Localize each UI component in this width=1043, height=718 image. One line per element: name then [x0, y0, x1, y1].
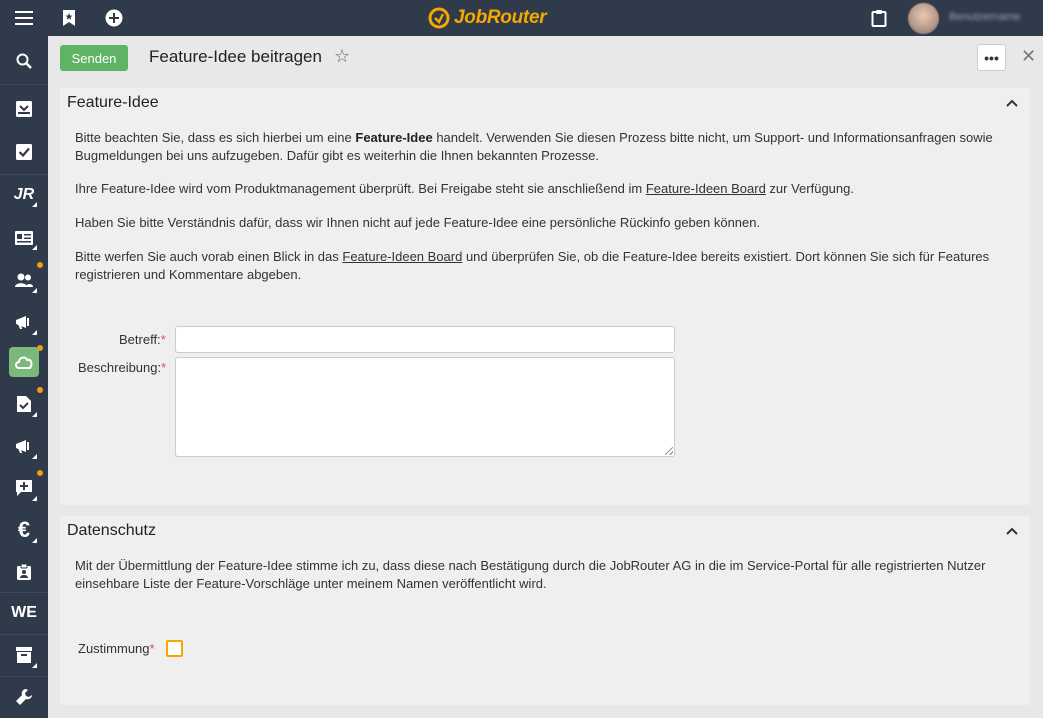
description-label: Beschreibung:* — [78, 360, 167, 375]
subject-label: Betreff:* — [119, 332, 166, 347]
card-icon — [15, 231, 33, 245]
euro-icon: € — [17, 517, 31, 542]
description-textarea[interactable] — [175, 357, 675, 457]
inbox-icon — [16, 101, 32, 117]
panel-title: Datenschutz — [67, 522, 156, 539]
feature-board-link[interactable]: Feature-Ideen Board — [342, 249, 462, 264]
board-paragraph: Bitte werfen Sie auch vorab einen Blick … — [75, 249, 990, 282]
megaphone-2-icon — [16, 440, 29, 453]
sidebar-item-we[interactable]: WE — [0, 592, 48, 634]
sidebar-item-search[interactable] — [0, 40, 48, 82]
clipboard-icon[interactable] — [867, 6, 891, 30]
add-circle-icon[interactable] — [102, 6, 126, 30]
document-check-icon — [17, 396, 31, 412]
chevron-up-icon[interactable] — [1006, 524, 1018, 538]
resize-handle[interactable] — [665, 447, 673, 455]
search-icon — [16, 53, 32, 69]
jobrouter-logo[interactable]: JobRouter — [428, 5, 547, 31]
sidebar: JR € WE — [0, 36, 48, 718]
chevron-up-icon[interactable] — [1006, 96, 1018, 110]
sidebar-item-archive[interactable] — [0, 634, 48, 676]
sidebar-item-cloud[interactable] — [0, 341, 48, 383]
feedback-paragraph: Haben Sie bitte Verständnis dafür, dass … — [75, 215, 761, 230]
cloud-icon — [15, 356, 33, 369]
sidebar-item-document[interactable] — [0, 383, 48, 425]
consent-label: Zustimmung* — [78, 641, 155, 656]
intro-paragraph: Bitte beachten Sie, dass es sich hierbei… — [75, 130, 993, 163]
bookmark-icon[interactable] — [57, 6, 81, 30]
sidebar-item-announcements[interactable] — [0, 301, 48, 343]
badge-icon — [17, 563, 31, 580]
privacy-panel: Datenschutz Mit der Übermittlung der Fea… — [60, 516, 1030, 705]
people-icon — [15, 273, 33, 287]
avatar[interactable] — [908, 3, 939, 34]
megaphone-icon — [16, 316, 29, 329]
sidebar-item-feedback[interactable] — [0, 467, 48, 509]
top-bar: JobRouter Benutzername — [0, 0, 1043, 36]
sidebar-item-inbox[interactable] — [0, 88, 48, 130]
feedback-icon — [16, 480, 32, 496]
privacy-text: Mit der Übermittlung der Feature-Idee st… — [75, 558, 986, 591]
subject-input[interactable] — [175, 326, 675, 353]
more-options-button[interactable]: ••• — [977, 44, 1006, 71]
task-check-icon — [16, 144, 32, 160]
close-icon[interactable]: ✕ — [1021, 46, 1036, 67]
page-title: Feature-Idee beitragen — [149, 47, 322, 66]
sidebar-item-settings[interactable] — [0, 676, 48, 718]
archive-icon — [16, 647, 32, 663]
username[interactable]: Benutzername — [949, 11, 1021, 23]
favorite-star-icon[interactable]: ☆ — [334, 46, 350, 67]
feature-idea-panel: Feature-Idee Bitte beachten Sie, dass es… — [60, 88, 1030, 505]
sidebar-item-card[interactable] — [0, 217, 48, 259]
wrench-icon — [16, 689, 32, 705]
feature-board-link[interactable]: Feature-Ideen Board — [646, 181, 766, 196]
menu-icon[interactable] — [12, 6, 36, 30]
sidebar-item-jr[interactable]: JR — [0, 174, 48, 216]
send-button[interactable]: Senden — [60, 45, 128, 71]
consent-checkbox[interactable] — [166, 640, 183, 657]
sidebar-item-finance[interactable]: € — [0, 509, 48, 551]
we-icon: WE — [11, 604, 37, 621]
logo-text: JobRouter — [454, 7, 547, 28]
review-paragraph: Ihre Feature-Idee wird vom Produktmanage… — [75, 181, 854, 196]
sidebar-item-people[interactable] — [0, 259, 48, 301]
sidebar-item-tasks[interactable] — [0, 131, 48, 173]
panel-title: Feature-Idee — [67, 94, 159, 111]
sidebar-item-campaigns[interactable] — [0, 425, 48, 467]
sidebar-item-badge[interactable] — [0, 551, 48, 593]
logo-icon — [428, 7, 450, 29]
